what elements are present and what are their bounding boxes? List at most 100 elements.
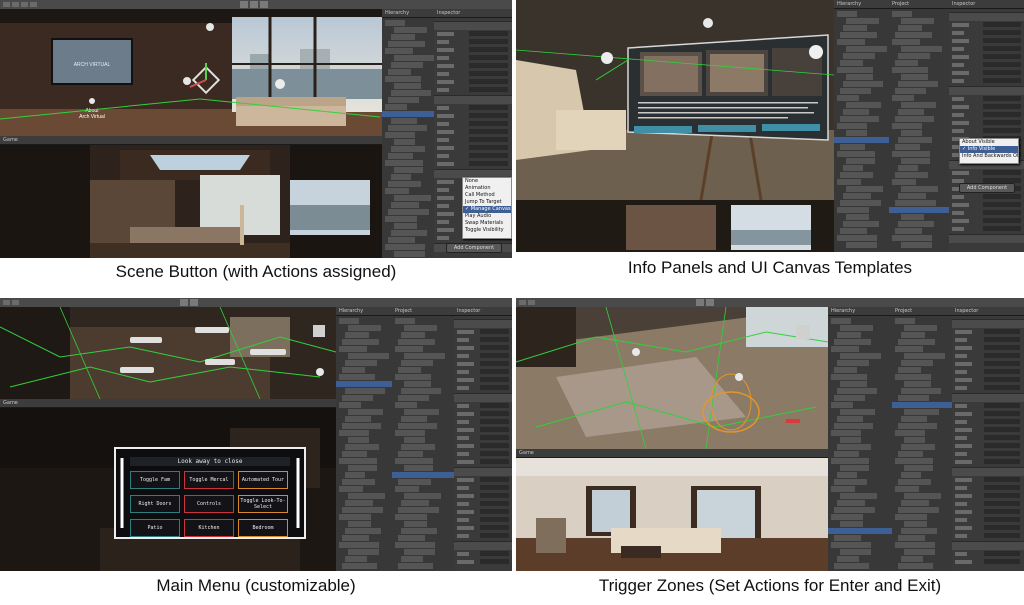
field-input[interactable]: [469, 87, 508, 92]
tree-row[interactable]: [404, 465, 433, 471]
field-input[interactable]: [984, 451, 1020, 456]
field-input[interactable]: [469, 47, 508, 52]
tree-row[interactable]: [388, 181, 421, 187]
tree-row[interactable]: [840, 228, 867, 234]
component-header[interactable]: [952, 541, 1024, 550]
tree-row[interactable]: [831, 430, 861, 436]
scene-view[interactable]: [516, 307, 828, 449]
info-button-icon[interactable]: [601, 52, 613, 64]
tree-row[interactable]: [895, 514, 927, 520]
scene-button-icon[interactable]: [89, 98, 95, 104]
field-input[interactable]: [983, 54, 1021, 59]
hierarchy-tree[interactable]: [382, 18, 434, 258]
field-input[interactable]: [480, 411, 509, 416]
tree-row[interactable]: [395, 458, 433, 464]
component-header[interactable]: [434, 21, 512, 30]
component-header[interactable]: [454, 541, 512, 550]
dropdown-option[interactable]: About Visible: [960, 139, 1018, 146]
tree-row[interactable]: [892, 151, 930, 157]
field-input[interactable]: [480, 337, 509, 342]
info-button-icon[interactable]: [632, 348, 640, 356]
dropdown-option[interactable]: ✓ Manage Canvas: [463, 206, 511, 213]
tree-row[interactable]: [837, 67, 873, 73]
field-input[interactable]: [480, 369, 509, 374]
hierarchy-tree[interactable]: [834, 9, 889, 252]
tree-row[interactable]: [394, 167, 423, 173]
tree-row[interactable]: [904, 353, 945, 359]
tree-row[interactable]: [901, 360, 933, 366]
dropdown-option[interactable]: Swap Materials: [463, 220, 511, 227]
dropdown-option[interactable]: Play Audio: [463, 213, 511, 220]
tree-row[interactable]: [348, 493, 385, 499]
tree-row[interactable]: [901, 242, 932, 248]
tree-row[interactable]: [385, 20, 405, 26]
field-input[interactable]: [469, 63, 508, 68]
field-input[interactable]: [469, 79, 508, 84]
tree-row[interactable]: [840, 493, 877, 499]
tree-row[interactable]: [898, 339, 935, 345]
tree-row[interactable]: [395, 402, 417, 408]
tree-row[interactable]: [837, 123, 867, 129]
tree-row[interactable]: [837, 11, 857, 17]
tree-row[interactable]: [895, 144, 920, 150]
tree-row[interactable]: [895, 486, 919, 492]
tree-row[interactable]: [846, 74, 873, 80]
tree-row[interactable]: [898, 367, 921, 373]
field-input[interactable]: [984, 509, 1020, 514]
component-header[interactable]: [434, 95, 512, 104]
tree-row[interactable]: [834, 367, 857, 373]
field-input[interactable]: [983, 128, 1021, 133]
field-input[interactable]: [480, 435, 509, 440]
tree-row[interactable]: [840, 116, 879, 122]
field-input[interactable]: [983, 226, 1021, 231]
tree-row[interactable]: [394, 139, 415, 145]
tree-row[interactable]: [339, 402, 361, 408]
tree-row[interactable]: [398, 535, 425, 541]
tree-row[interactable]: [345, 500, 373, 506]
tree-row[interactable]: [404, 353, 445, 359]
field-input[interactable]: [469, 121, 508, 126]
tree-row[interactable]: [895, 318, 915, 324]
tree-row[interactable]: [898, 137, 932, 143]
tree-row[interactable]: [395, 486, 419, 492]
tree-row[interactable]: [831, 318, 851, 324]
project-tree[interactable]: [892, 316, 952, 571]
field-input[interactable]: [983, 62, 1021, 67]
tab-inspector[interactable]: Inspector: [955, 308, 978, 314]
field-input[interactable]: [984, 377, 1020, 382]
tree-row[interactable]: [348, 521, 371, 527]
tree-row[interactable]: [385, 244, 425, 250]
game-view[interactable]: [516, 200, 834, 252]
tree-row[interactable]: [385, 160, 423, 166]
game-view[interactable]: [0, 145, 382, 258]
field-input[interactable]: [983, 70, 1021, 75]
info-button-icon[interactable]: [275, 79, 285, 89]
field-input[interactable]: [480, 509, 509, 514]
tree-row[interactable]: [895, 172, 928, 178]
tree-row[interactable]: [391, 230, 427, 236]
step-button[interactable]: [260, 1, 268, 8]
field-input[interactable]: [469, 161, 508, 166]
tree-row[interactable]: [398, 367, 421, 373]
field-input[interactable]: [469, 31, 508, 36]
field-input[interactable]: [480, 345, 509, 350]
field-input[interactable]: [480, 451, 509, 456]
tree-row[interactable]: [401, 556, 423, 562]
field-input[interactable]: [984, 477, 1020, 482]
tree-row[interactable]: [901, 74, 928, 80]
field-input[interactable]: [984, 493, 1020, 498]
tree-row[interactable]: [394, 223, 417, 229]
tree-row[interactable]: [348, 409, 383, 415]
tree-row[interactable]: [388, 69, 411, 75]
field-input[interactable]: [983, 112, 1021, 117]
field-input[interactable]: [469, 153, 508, 158]
tree-row[interactable]: [840, 549, 871, 555]
tree-row[interactable]: [901, 444, 935, 450]
tree-row[interactable]: [843, 109, 869, 115]
field-input[interactable]: [469, 105, 508, 110]
field-input[interactable]: [480, 551, 509, 556]
field-input[interactable]: [983, 46, 1021, 51]
tree-row[interactable]: [892, 179, 916, 185]
tree-row[interactable]: [901, 214, 924, 220]
component-header[interactable]: [949, 234, 1024, 243]
